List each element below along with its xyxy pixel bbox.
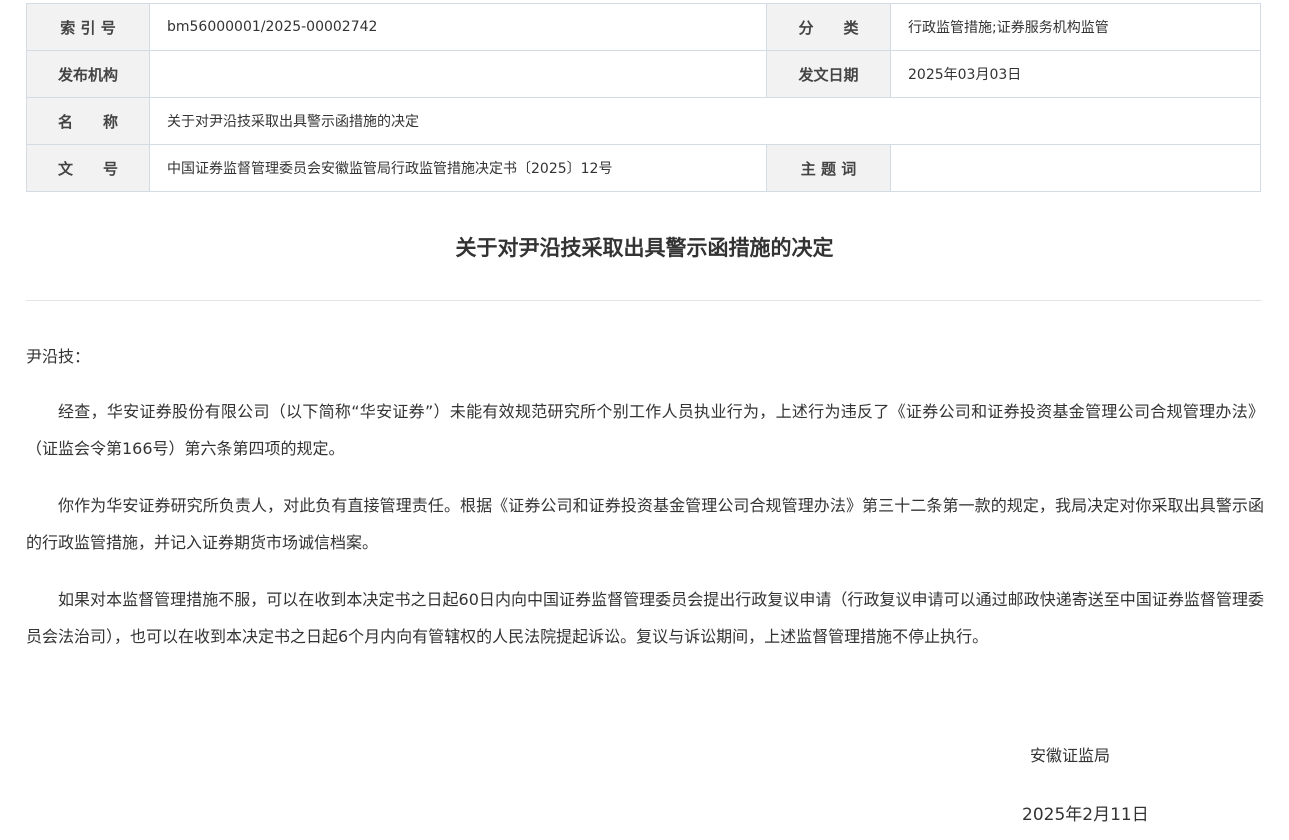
paragraph: 经查，华安证券股份有限公司（以下简称“华安证券”）未能有效规范研究所个别工作人员… [26,402,1264,458]
docno-label: 文 号 [26,144,150,192]
paragraph: 如果对本监督管理措施不服，可以在收到本决定书之日起60日内向中国证券监督管理委员… [26,590,1264,646]
name-value: 关于对尹沿技采取出具警示函措施的决定 [149,97,1261,145]
publisher-value [149,50,767,98]
document-title: 关于对尹沿技采取出具警示函措施的决定 [455,236,834,260]
category-label: 分 类 [766,3,891,51]
meta-row: 文 号 中国证券监督管理委员会安徽监管局行政监管措施决定书〔2025〕12号 主… [26,144,1261,192]
date-value: 2025年03月03日 [890,50,1261,98]
meta-row: 名 称 关于对尹沿技采取出具警示函措施的决定 [26,97,1261,145]
date-label: 发文日期 [766,50,891,98]
keywords-value [890,144,1261,192]
signature-date: 2025年2月11日 [1022,805,1149,825]
category-value: 行政监管措施;证券服务机构监管 [890,3,1261,51]
document-body: 尹沿技： 经查，华安证券股份有限公司（以下简称“华安证券”）未能有效规范研究所个… [26,338,1264,675]
paragraph: 你作为华安证券研究所负责人，对此负有直接管理责任。根据《证券公司和证券投资基金管… [26,496,1264,552]
signature: 安徽证监局 [1030,746,1111,765]
index-label: 索 引 号 [26,3,150,51]
meta-row: 发布机构 发文日期 2025年03月03日 [26,50,1261,98]
publisher-label: 发布机构 [26,50,150,98]
salutation: 尹沿技： [26,347,91,366]
divider [26,300,1261,301]
index-value: bm56000001/2025-00002742 [149,3,767,51]
meta-row: 索 引 号 bm56000001/2025-00002742 分 类 行政监管措… [26,3,1261,51]
metadata-table: 索 引 号 bm56000001/2025-00002742 分 类 行政监管措… [26,3,1261,192]
keywords-label: 主 题 词 [766,144,891,192]
docno-value: 中国证券监督管理委员会安徽监管局行政监管措施决定书〔2025〕12号 [149,144,767,192]
name-label: 名 称 [26,97,150,145]
